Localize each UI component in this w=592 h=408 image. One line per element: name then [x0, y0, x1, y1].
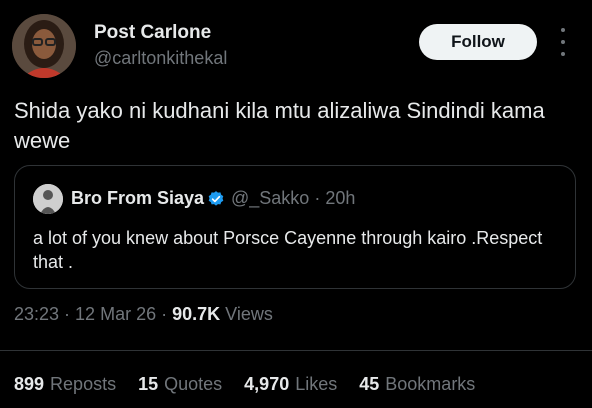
more-options-icon[interactable]: [556, 28, 570, 56]
follow-button[interactable]: Follow: [419, 24, 537, 60]
divider: [0, 350, 592, 351]
views-label: Views: [225, 304, 273, 324]
tweet-meta: 23:23 · 12 Mar 26 · 90.7K Views: [14, 304, 273, 324]
quoted-tweet-text: a lot of you knew about Porsce Cayenne t…: [33, 228, 543, 272]
quoted-tweet-card[interactable]: Bro From Siaya @_Sakko · 20h a lot of yo…: [14, 165, 576, 289]
bookmarks-stat[interactable]: 45 Bookmarks: [359, 374, 475, 395]
quoted-author-avatar[interactable]: [33, 184, 63, 214]
likes-stat[interactable]: 4,970 Likes: [244, 374, 337, 395]
reposts-stat[interactable]: 899 Reposts: [14, 374, 116, 395]
views-count: 90.7K: [172, 304, 221, 324]
quoted-tweet-age: 20h: [325, 188, 356, 208]
author-name[interactable]: Post Carlone: [94, 22, 211, 44]
author-handle[interactable]: @carltonkithekal: [94, 48, 227, 69]
verified-badge-icon: [207, 190, 225, 208]
quoted-author-handle[interactable]: @_Sakko · 20h: [231, 188, 355, 209]
tweet-date[interactable]: 12 Mar 26: [75, 304, 156, 324]
author-avatar[interactable]: [12, 14, 76, 78]
engagement-stats: 899 Reposts 15 Quotes 4,970 Likes 45 Bookmar…: [14, 374, 475, 395]
quoted-author-name[interactable]: Bro From Siaya: [71, 188, 204, 209]
tweet-time[interactable]: 23:23: [14, 304, 59, 324]
quotes-stat[interactable]: 15 Quotes: [138, 374, 222, 395]
tweet-text: Shida yako ni kudhani kila mtu alizaliwa…: [14, 98, 545, 153]
